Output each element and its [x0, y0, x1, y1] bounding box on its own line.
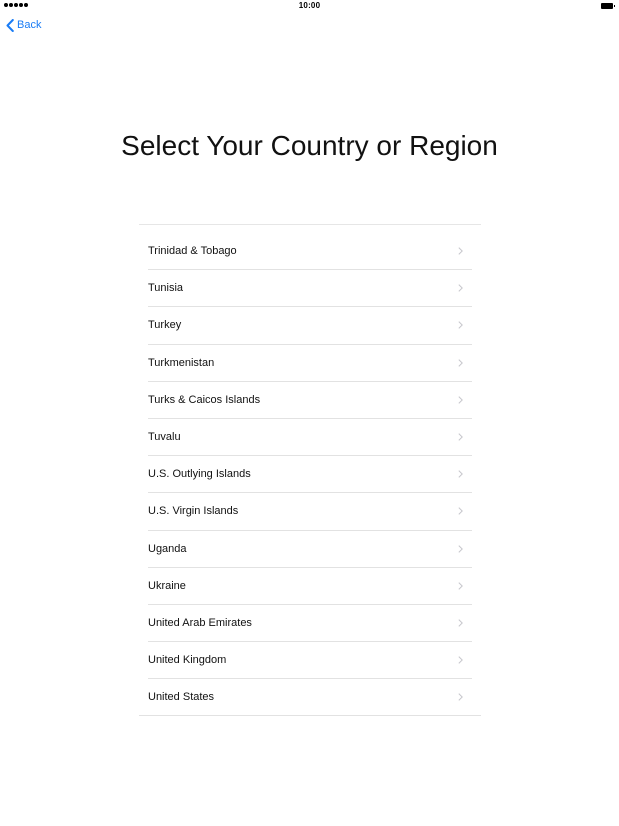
country-row[interactable]: United Arab Emirates — [148, 605, 472, 643]
country-row[interactable]: Turkmenistan — [148, 345, 472, 382]
chevron-right-icon — [458, 619, 463, 627]
status-time: 10:00 — [298, 1, 321, 10]
country-row[interactable]: U.S. Virgin Islands — [148, 493, 472, 531]
setup-screen: 10:00 Back Select Your Country or Region… — [0, 0, 619, 826]
back-label: Back — [17, 19, 42, 31]
country-row[interactable]: Uganda — [148, 531, 472, 568]
chevron-right-icon — [458, 656, 463, 664]
chevron-right-icon — [458, 693, 463, 702]
country-label: Turks & Caicos Islands — [148, 393, 261, 406]
country-row[interactable]: United States — [139, 679, 481, 717]
chevron-right-icon — [458, 358, 463, 367]
chevron-right-icon — [458, 321, 463, 330]
country-label: Trinidad & Tobago — [148, 245, 237, 257]
country-row[interactable]: Turkey — [148, 307, 472, 345]
country-label: United States — [148, 691, 215, 704]
chevron-right-icon — [458, 544, 463, 553]
country-label: Ukraine — [148, 579, 186, 592]
country-row[interactable]: Ukraine — [148, 568, 472, 605]
country-list: Trinidad & Tobago Tunisia Turkey Turkmenist… — [139, 224, 481, 717]
back-button[interactable]: Back — [6, 17, 41, 33]
chevron-right-icon — [458, 507, 463, 516]
country-label: Tunisia — [148, 282, 184, 295]
page-title: Select Your Country or Region — [121, 130, 498, 161]
country-label: United Kingdom — [148, 654, 227, 667]
country-label: Turkey — [148, 319, 182, 332]
country-label: U.S. Outlying Islands — [148, 468, 251, 481]
country-label: Tuvalu — [148, 430, 181, 443]
chevron-left-icon — [6, 18, 14, 32]
list-top-gap — [139, 225, 481, 233]
country-row[interactable]: Trinidad & Tobago — [148, 233, 472, 271]
country-row[interactable]: United Kingdom — [148, 642, 472, 680]
chevron-right-icon — [458, 433, 463, 441]
country-label: Turkmenistan — [148, 356, 215, 369]
country-label: United Arab Emirates — [148, 616, 252, 629]
chevron-right-icon — [458, 470, 463, 478]
country-label: U.S. Virgin Islands — [148, 505, 239, 518]
country-label: Uganda — [148, 542, 187, 555]
country-row[interactable]: Turks & Caicos Islands — [148, 382, 472, 419]
chevron-right-icon — [458, 581, 463, 590]
status-bar: 10:00 — [0, 0, 619, 14]
country-row[interactable]: Tuvalu — [148, 419, 472, 457]
chevron-right-icon — [458, 284, 463, 292]
chevron-right-icon — [458, 247, 463, 255]
country-row[interactable]: Tunisia — [148, 270, 472, 308]
chevron-right-icon — [458, 395, 463, 404]
country-row[interactable]: U.S. Outlying Islands — [148, 456, 472, 494]
battery-icon — [601, 3, 615, 9]
